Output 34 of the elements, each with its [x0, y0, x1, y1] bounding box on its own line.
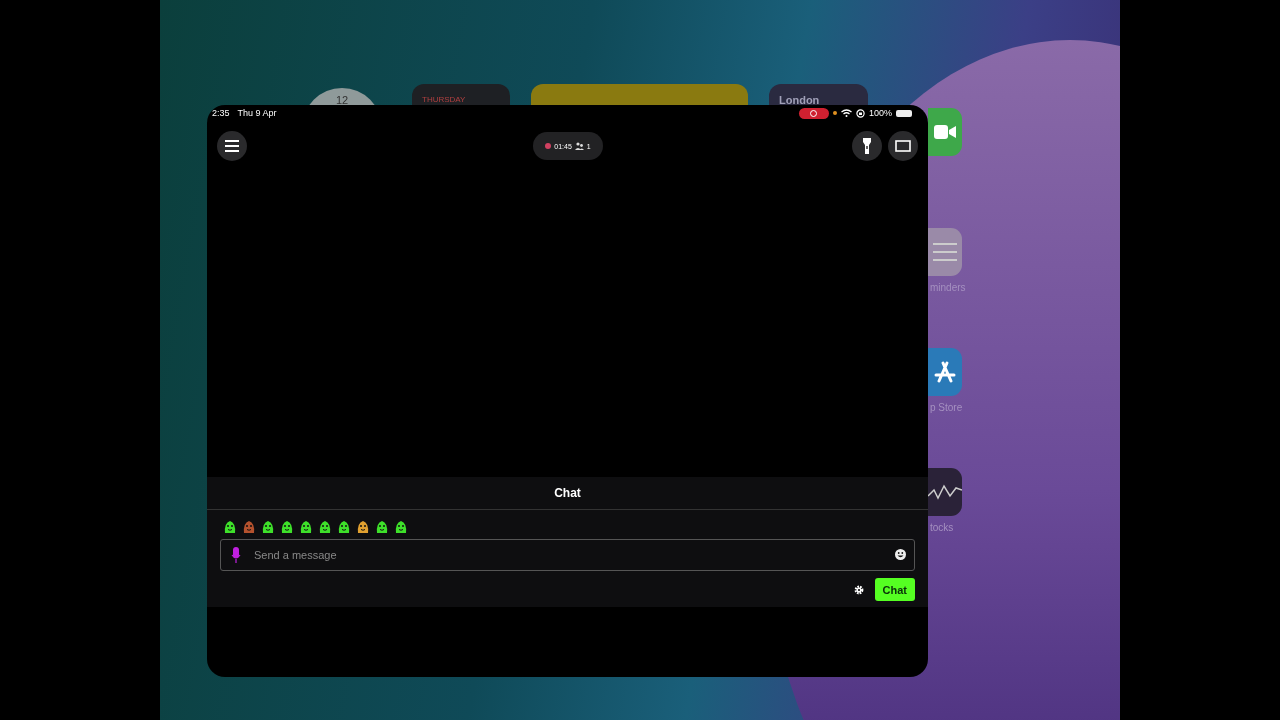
wifi-icon: [840, 109, 852, 117]
app-label: p Store: [930, 402, 963, 413]
menu-button[interactable]: [217, 131, 247, 161]
orientation-lock-icon: [855, 108, 865, 118]
screen-button[interactable]: [888, 131, 918, 161]
flashlight-icon: [863, 138, 871, 154]
emote-icon[interactable]: [356, 520, 370, 534]
emote-icon[interactable]: [280, 520, 294, 534]
app-icon[interactable]: [928, 108, 962, 156]
status-date: Thu 9 Apr: [237, 108, 277, 118]
app-icon[interactable]: [928, 468, 962, 516]
screen-icon: [895, 140, 911, 152]
message-field[interactable]: Send a message: [220, 539, 915, 571]
status-time: 2:35: [212, 108, 230, 118]
settings-icon[interactable]: [853, 584, 864, 595]
emote-icon[interactable]: [394, 520, 408, 534]
emoji-icon[interactable]: [895, 549, 906, 560]
viewers-icon: [574, 142, 584, 150]
emote-icon[interactable]: [318, 520, 332, 534]
flashlight-button[interactable]: [852, 131, 882, 161]
emote-icon[interactable]: [337, 520, 351, 534]
privacy-dot: [832, 111, 837, 115]
chat-title: Chat: [554, 486, 581, 500]
app-label: tocks: [930, 522, 954, 533]
chat-send-button[interactable]: Chat: [874, 578, 915, 601]
battery-percent: 100%: [868, 108, 892, 118]
battery-icon: [896, 109, 912, 117]
app-icon[interactable]: [928, 348, 962, 396]
emote-icon[interactable]: [375, 520, 389, 534]
emote-icon[interactable]: [261, 520, 275, 534]
emote-icon[interactable]: [223, 520, 237, 534]
microphone-icon[interactable]: [231, 547, 241, 563]
menu-icon: [225, 140, 239, 152]
emote-icon[interactable]: [299, 520, 313, 534]
